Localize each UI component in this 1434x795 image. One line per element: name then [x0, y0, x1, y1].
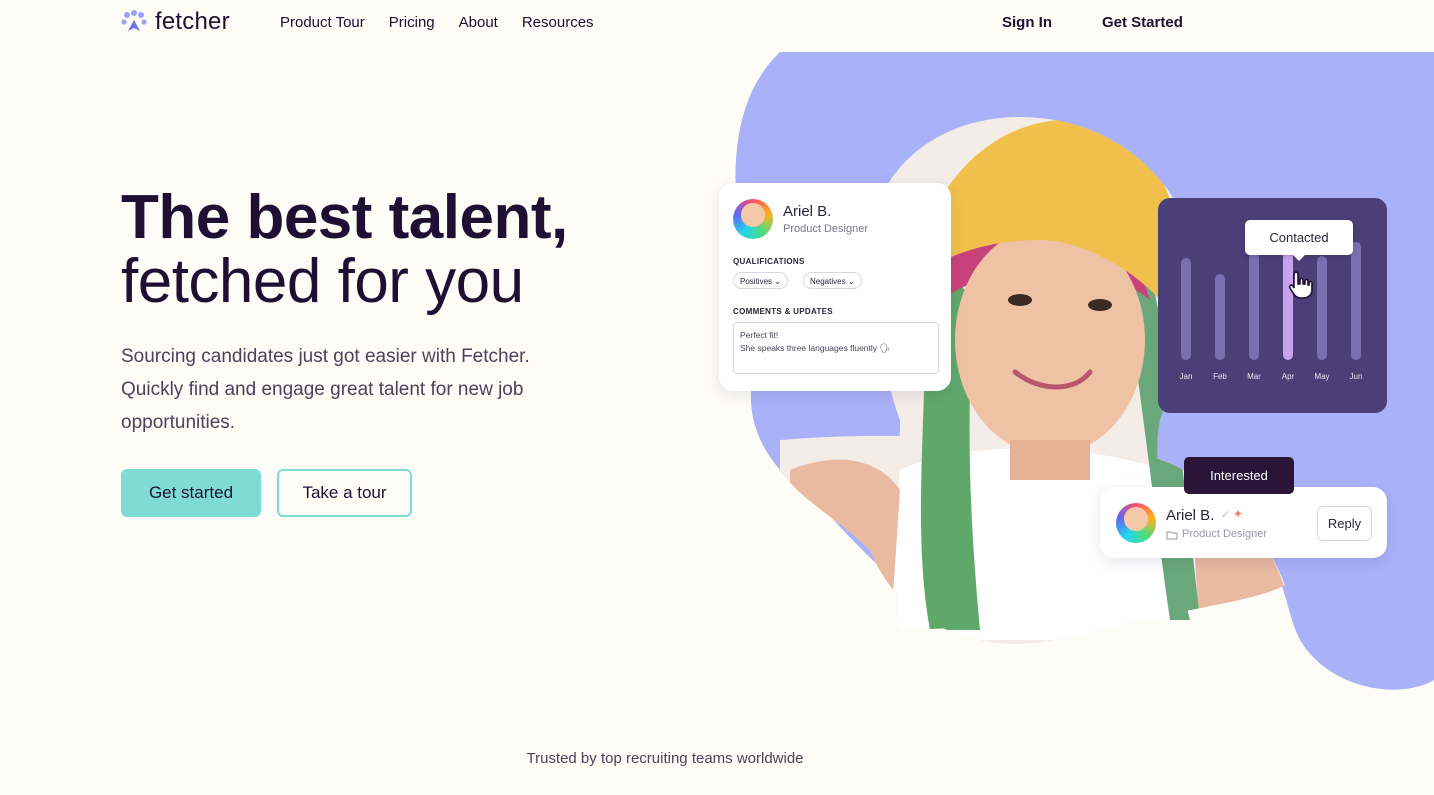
chevron-down-icon: ⌄ — [847, 277, 855, 286]
qualifications-label: QUALIFICATIONS — [733, 257, 805, 266]
interested-badge: Interested — [1184, 457, 1294, 494]
candidate-avatar — [733, 199, 773, 239]
candidate-avatar — [1116, 503, 1156, 543]
positives-chip-label: Positives — [740, 277, 773, 286]
negatives-chip-label: Negatives — [810, 277, 846, 286]
contacted-tooltip: Contacted — [1245, 220, 1353, 261]
trusted-by-text: Trusted by top recruiting teams worldwid… — [526, 750, 804, 767]
candidate-profile-card[interactable]: Ariel B. Product Designer QUALIFICATIONS… — [719, 183, 951, 391]
chart-bar-jun — [1351, 242, 1361, 360]
candidate-role: Product Designer — [783, 223, 868, 235]
candidate-reply-card[interactable]: Ariel B. ✓ ✦ Product Designer Reply — [1100, 487, 1387, 558]
reply-button[interactable]: Reply — [1317, 506, 1372, 541]
chart-bar-apr — [1283, 252, 1293, 360]
comment-line: She speaks three languages fluently 🗣 — [740, 343, 891, 353]
candidate-role: Product Designer — [1182, 528, 1267, 540]
check-icon: ✓ — [1221, 509, 1231, 521]
hand-cursor-icon — [1288, 271, 1313, 299]
chart-month-label: May — [1314, 372, 1330, 381]
comment-box[interactable]: Perfect fit! She speaks three languages … — [733, 322, 939, 374]
chart-month-label: Apr — [1281, 372, 1295, 381]
negatives-chip[interactable]: Negatives ⌄ — [803, 272, 862, 289]
chart-bar-jan — [1181, 258, 1191, 360]
folder-icon — [1166, 531, 1178, 540]
positives-chip[interactable]: Positives ⌄ — [733, 272, 788, 289]
chart-bar-mar — [1249, 252, 1259, 360]
chart-month-label: Jun — [1349, 372, 1363, 381]
chart-bar-may — [1317, 256, 1327, 360]
spark-icon: ✦ — [1233, 507, 1244, 521]
comments-label: COMMENTS & UPDATES — [733, 307, 833, 316]
chart-month-label: Mar — [1247, 372, 1261, 381]
candidate-name: Ariel B. — [1166, 507, 1215, 524]
chart-month-label: Jan — [1179, 372, 1193, 381]
comment-line: Perfect fit! — [740, 330, 779, 340]
candidate-name: Ariel B. — [783, 203, 832, 220]
chart-bar-feb — [1215, 274, 1225, 360]
chevron-down-icon: ⌄ — [774, 277, 781, 286]
chart-month-label: Feb — [1213, 372, 1227, 381]
